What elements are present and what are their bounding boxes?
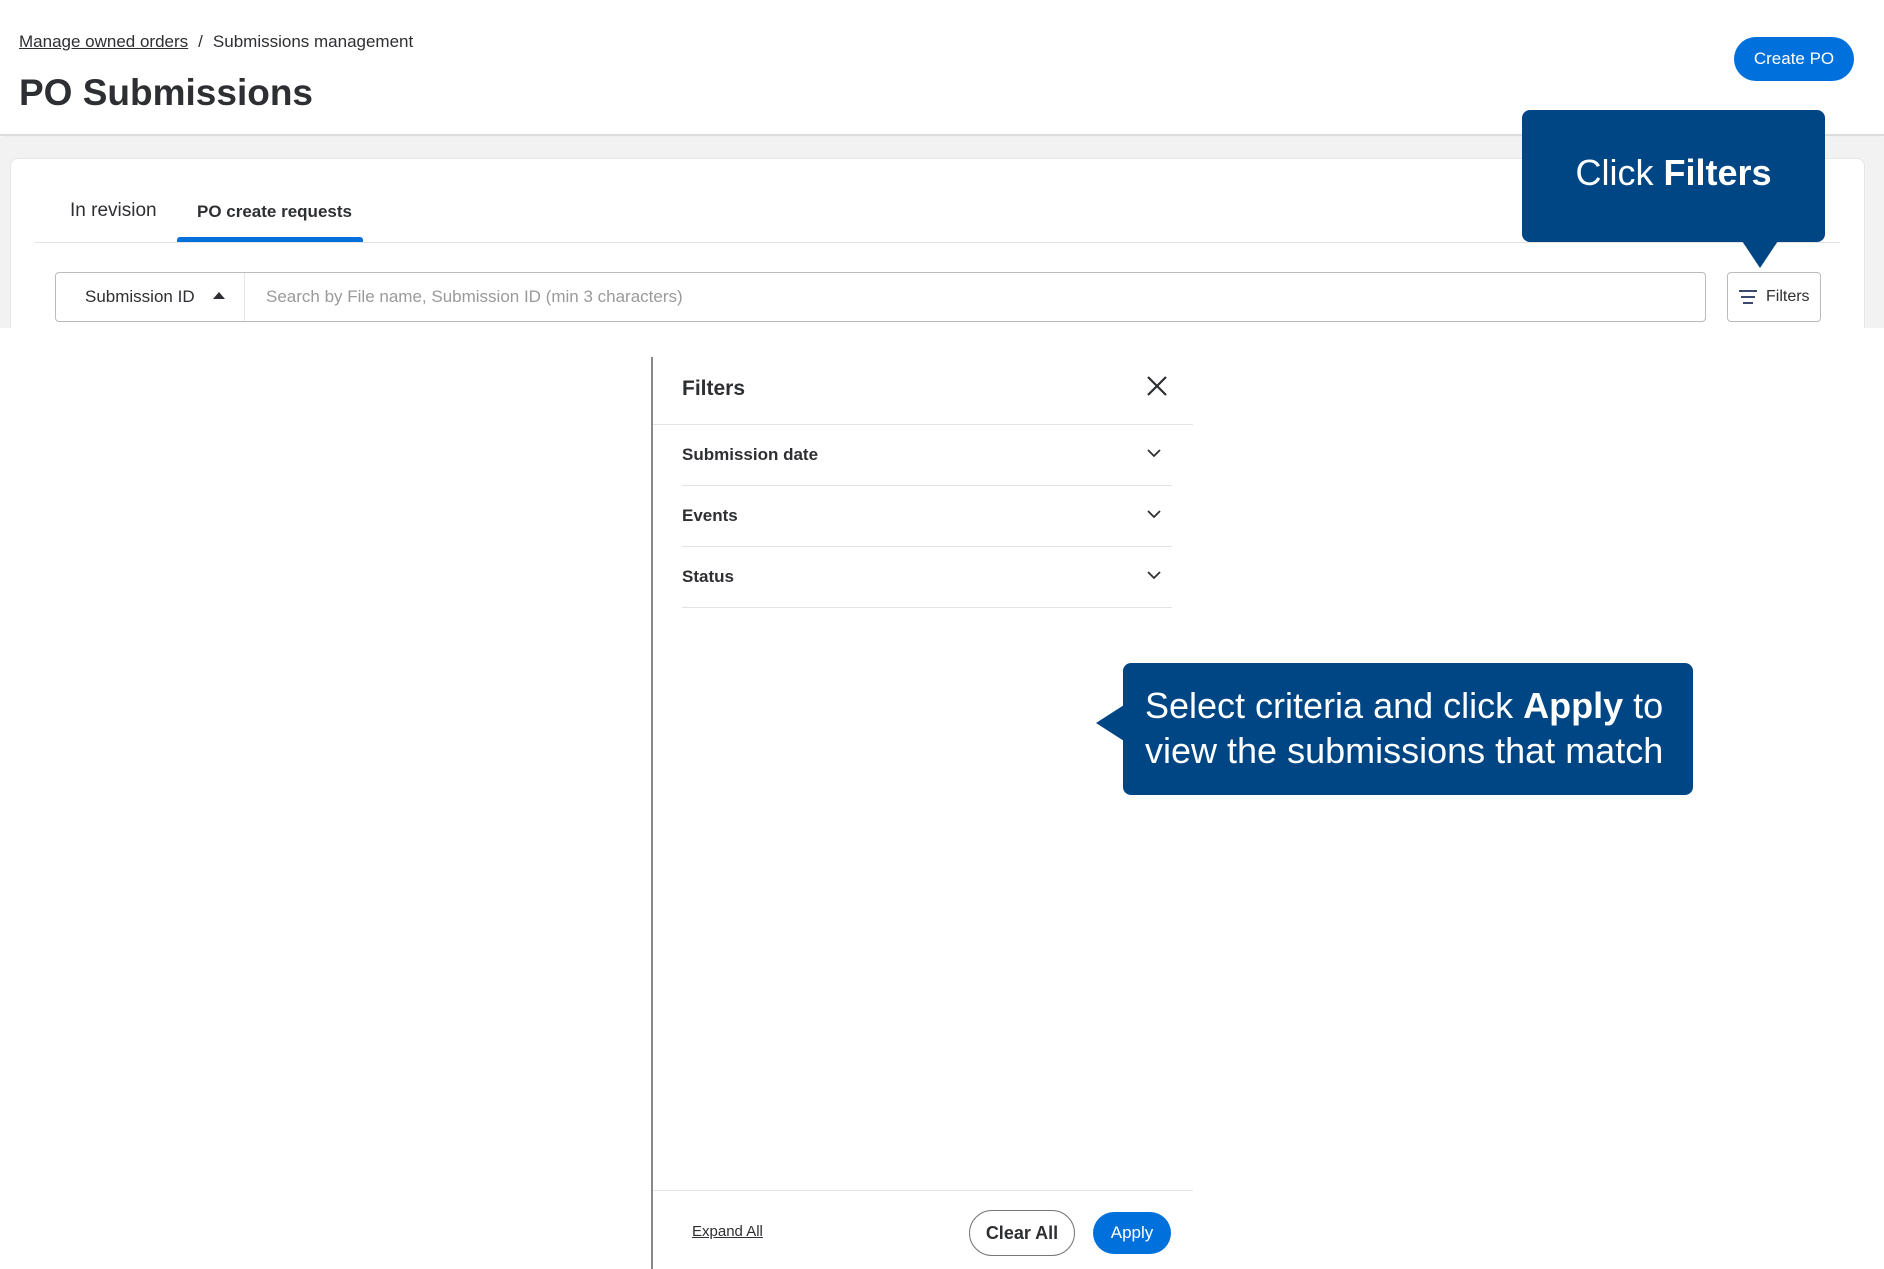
filter-section-label: Events <box>682 506 738 525</box>
tooltip-bold-text: Filters <box>1663 152 1772 193</box>
filters-button-label: Filters <box>1766 288 1810 305</box>
tooltip-apply-instructions: Select criteria and click Apply to view … <box>1096 663 1693 795</box>
chevron-down-icon <box>1147 571 1161 580</box>
breadcrumb-current: Submissions management <box>212 32 414 51</box>
apply-button[interactable]: Apply <box>1093 1212 1171 1254</box>
search-field-select-value: Submission ID <box>85 287 195 306</box>
filter-section-label: Submission date <box>682 445 819 464</box>
tooltip-text: Select criteria and click <box>1145 685 1524 726</box>
tab-po-create-requests[interactable]: PO create requests <box>197 202 352 222</box>
filter-section-submission-date[interactable]: Submission date <box>682 425 1172 486</box>
filter-section-events[interactable]: Events <box>682 486 1172 547</box>
caret-up-icon <box>213 292 225 299</box>
active-tab-indicator <box>177 237 363 242</box>
search-bar: Submission ID <box>55 272 1706 322</box>
page-title: PO Submissions <box>19 72 314 113</box>
tab-in-revision[interactable]: In revision <box>70 200 157 222</box>
close-icon[interactable] <box>1145 374 1169 398</box>
breadcrumb: Manage owned orders / Submissions manageme… <box>19 32 413 52</box>
tooltip-bold-text: Apply <box>1523 685 1624 726</box>
filter-section-label: Status <box>682 567 734 586</box>
search-input[interactable] <box>246 274 1696 320</box>
filters-panel-title: Filters <box>682 377 746 400</box>
tab-divider <box>35 242 1840 243</box>
filters-button[interactable]: Filters <box>1727 272 1821 322</box>
clear-all-button[interactable]: Clear All <box>969 1210 1075 1256</box>
filters-panel: Filters Submission date Events Status Ex… <box>651 357 1193 1269</box>
chevron-down-icon <box>1147 449 1161 458</box>
tooltip-text: Click <box>1575 152 1664 193</box>
chevron-down-icon <box>1147 510 1161 519</box>
filter-section-status[interactable]: Status <box>682 547 1172 608</box>
expand-all-link[interactable]: Expand All <box>692 1223 763 1240</box>
filter-lines-icon <box>1739 290 1757 308</box>
panel-footer-divider <box>653 1190 1193 1191</box>
breadcrumb-link-manage-owned-orders[interactable]: Manage owned orders <box>19 32 188 51</box>
tooltip-click-filters: Click Filters <box>1522 110 1825 268</box>
create-po-button[interactable]: Create PO <box>1734 37 1854 81</box>
breadcrumb-separator: / <box>198 32 203 51</box>
search-field-select[interactable]: Submission ID <box>56 273 245 321</box>
